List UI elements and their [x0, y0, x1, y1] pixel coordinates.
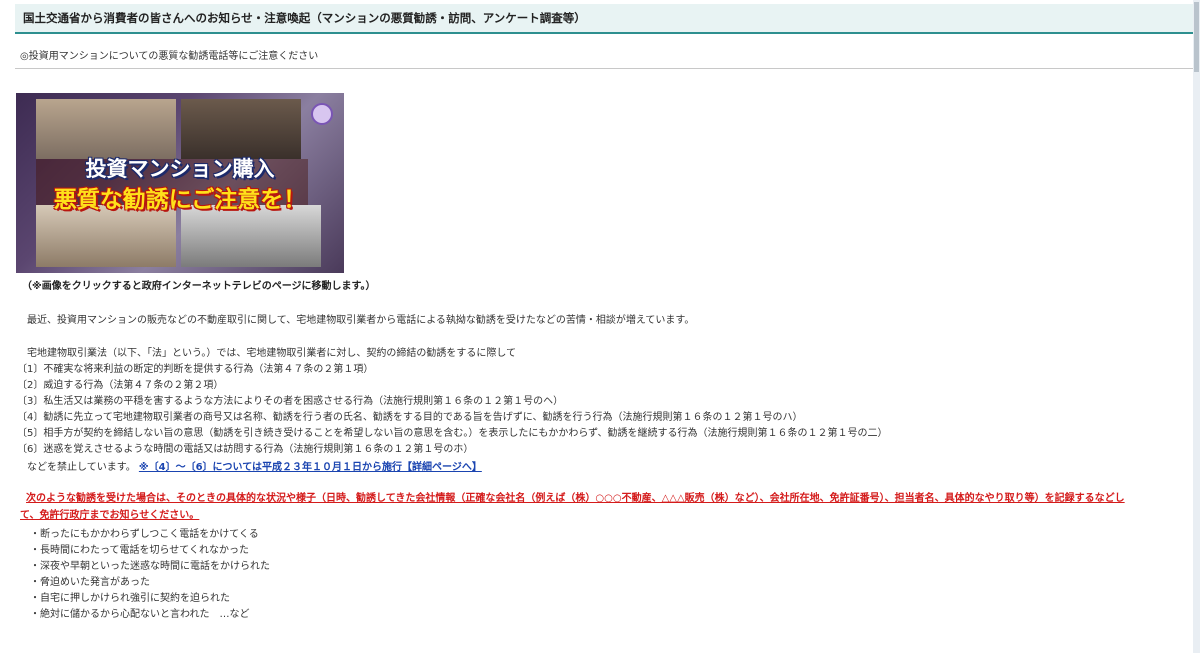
- banner-headline: 投資マンション購入: [85, 157, 275, 181]
- warning-line-1: 次のような勧誘を受けた場合は、そのときの具体的な状況や様子（日時、勧誘してきた会…: [26, 493, 1125, 504]
- warning-notice: 次のような勧誘を受けた場合は、そのときの具体的な状況や様子（日時、勧誘してきた会…: [20, 490, 1188, 524]
- banner-photo-group: [181, 99, 301, 159]
- banner-photo-man: [36, 99, 176, 159]
- scrollbar-thumb[interactable]: [1194, 2, 1199, 72]
- divider: [15, 68, 1198, 69]
- page-title: 国土交通省から消費者の皆さんへのお知らせ・注意喚起（マンションの悪質勧誘・訪問、…: [23, 11, 586, 25]
- example-item: ・長時間にわたって電話を切らせてくれなかった: [30, 545, 249, 556]
- banner-photo-phone-call: [181, 205, 321, 267]
- example-item: ・深夜や早朝といった迷惑な時間に電話をかけられた: [30, 561, 270, 572]
- warning-line-2: て、免許行政庁までお知らせください。: [20, 510, 200, 521]
- prohibition-item: 〔1〕不確実な将来利益の断定的判断を提供する行為（法第４７条の２第１項）: [17, 364, 374, 375]
- prohibited-summary: などを禁止しています。 ※〔4〕～〔6〕については平成２３年１０月１日から施行【…: [27, 458, 482, 473]
- law-intro: 宅地建物取引業法（以下、「法」という。）では、宅地建物取引業者に対し、契約の締結…: [27, 348, 517, 359]
- prohibition-item: 〔2〕威迫する行為（法第４７条の２第２項）: [17, 380, 224, 391]
- page-header: 国土交通省から消費者の皆さんへのお知らせ・注意喚起（マンションの悪質勧誘・訪問、…: [15, 4, 1198, 34]
- broadcast-logo-icon: [311, 103, 333, 125]
- image-caption: （※画像をクリックすると政府インターネットテレビのページに移動します。）: [22, 281, 376, 292]
- scrollbar[interactable]: [1193, 0, 1200, 653]
- prohibited-text: などを禁止しています。: [27, 462, 136, 473]
- prohibition-item: 〔5〕相手方が契約を締結しない旨の意思（勧誘を引き続き受けることを希望しない旨の…: [17, 428, 888, 439]
- example-item: ・断ったにもかかわらずしつこく電話をかけてくる: [30, 529, 259, 540]
- prohibition-item: 〔4〕勧誘に先立って宅地建物取引業者の商号又は名称、勧誘を行う者の氏名、勧誘をす…: [17, 412, 803, 423]
- example-item: ・絶対に儲かるから心配ないと言われた …など: [30, 609, 250, 620]
- example-item: ・脅迫めいた発言があった: [30, 577, 150, 588]
- example-item: ・自宅に押しかけられ強引に契約を迫られた: [30, 593, 230, 604]
- details-page-link[interactable]: ※〔4〕～〔6〕については平成２３年１０月１日から施行【詳細ページへ】: [139, 462, 482, 473]
- banner-warning-text: 悪質な勧誘にご注意を！: [53, 187, 307, 213]
- prohibition-item: 〔6〕迷惑を覚えさせるような時間の電話又は訪問する行為（法施行規則第１６条の１２…: [17, 444, 474, 455]
- prohibition-item: 〔3〕私生活又は業務の平穏を害するような方法によりその者を困惑させる行為（法施行…: [17, 396, 564, 407]
- banner-image-link[interactable]: 投資マンション購入 悪質な勧誘にご注意を！: [16, 93, 344, 273]
- section-subtitle: ◎投資用マンションについての悪質な勧誘電話等にご注意ください: [20, 51, 319, 62]
- intro-paragraph: 最近、投資用マンションの販売などの不動産取引に関して、宅地建物取引業者から電話に…: [27, 315, 695, 326]
- banner-photo-documents: [36, 205, 176, 267]
